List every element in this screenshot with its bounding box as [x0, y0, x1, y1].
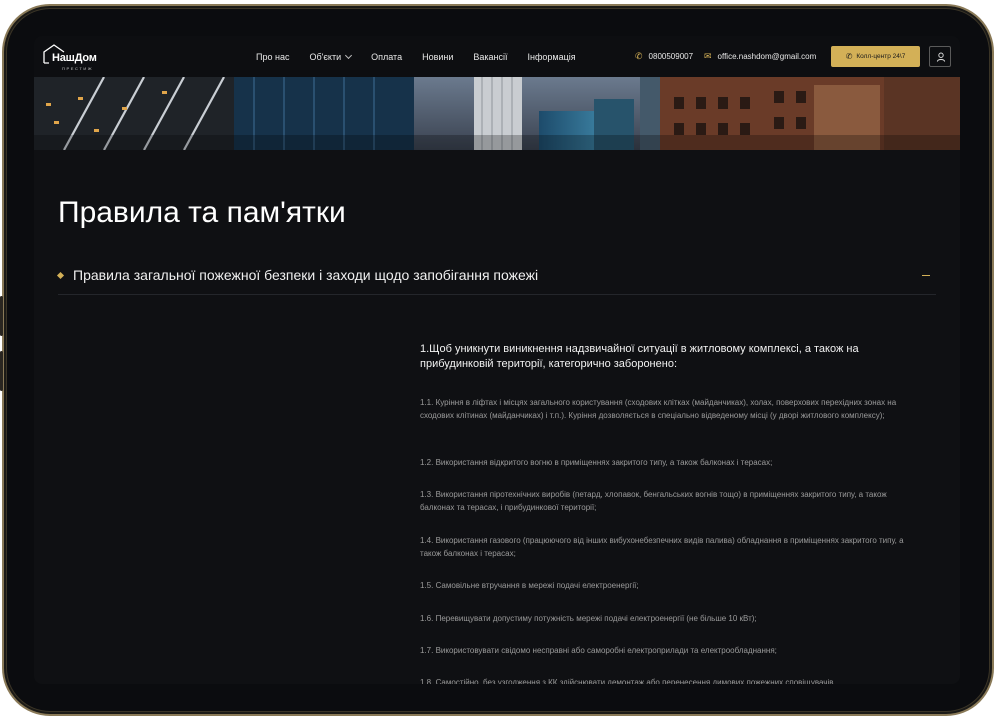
site-logo[interactable]: НашДом ПРЕСТИЖ: [43, 43, 113, 71]
nav-information[interactable]: Інформація: [528, 52, 576, 62]
rule-item: 1.6. Перевищувати допустиму потужність м…: [420, 614, 757, 623]
rule-item: 1.8. Самостійно, без узгодження з КК зді…: [420, 678, 834, 684]
rule-item: 1.1. Куріння в ліфтах і місцях загальног…: [420, 398, 897, 420]
accordion-title: Правила загальної пожежної безпеки і зах…: [73, 267, 539, 283]
nav-information-label: Інформація: [527, 51, 576, 62]
rule-item: 1.2. Використання відкритого вогню в при…: [420, 458, 773, 467]
rule-item: 1.3. Використання піротехнічних виробів …: [420, 490, 887, 512]
city-buildings-illustration: [34, 77, 960, 150]
tablet-side-button: [0, 296, 3, 336]
diamond-bullet-icon: [56, 271, 65, 280]
logo-name: НашДом: [52, 52, 97, 64]
main-nav: Про нас Об'єкти Оплата Новини Вакансії І…: [256, 36, 596, 77]
nav-objects[interactable]: Об'єкти: [309, 51, 353, 62]
nav-vacancies-label: Вакансії: [473, 51, 508, 62]
accordion-header[interactable]: Правила загальної пожежної безпеки і зах…: [56, 264, 936, 295]
nav-objects-label: Об'єкти: [309, 51, 342, 62]
email-link[interactable]: ✉ office.nashdom@gmail.com: [704, 36, 816, 77]
hero-banner-image: [34, 77, 960, 150]
site-header: НашДом ПРЕСТИЖ Про нас Об'єкти Оплата Но…: [34, 36, 960, 77]
browser-viewport: НашДом ПРЕСТИЖ Про нас Об'єкти Оплата Но…: [34, 36, 960, 684]
user-account-button[interactable]: [929, 46, 951, 67]
rule-item: 1.5. Самовільне втручання в мережі подач…: [420, 581, 639, 590]
phone-icon: ✆: [845, 52, 853, 61]
phone-link[interactable]: ✆ 0800509007: [635, 36, 693, 77]
mail-icon: ✉: [704, 51, 712, 61]
accordion-content: 1.Щоб уникнути виникнення надзвичайної с…: [420, 342, 914, 684]
nav-news[interactable]: Новини: [422, 52, 453, 62]
nav-vacancies[interactable]: Вакансії: [473, 52, 507, 62]
page-title: Правила та пам'ятки: [58, 196, 346, 229]
call-center-button[interactable]: ✆ Колл-центр 24\7: [831, 46, 920, 67]
phone-icon: ✆: [635, 51, 643, 61]
collapse-minus-icon[interactable]: [922, 275, 930, 276]
logo-subtitle: ПРЕСТИЖ: [62, 66, 94, 71]
nav-news-label: Новини: [422, 51, 454, 62]
nav-about[interactable]: Про нас: [256, 52, 289, 62]
call-center-label: Колл-центр 24\7: [856, 53, 906, 60]
rule-item: 1.4. Використання газового (працюючого в…: [420, 536, 904, 558]
nav-about-label: Про нас: [256, 51, 290, 62]
user-icon: [936, 52, 946, 62]
tablet-side-button: [0, 351, 3, 391]
nav-payment[interactable]: Оплата: [371, 52, 402, 62]
email-address: office.nashdom@gmail.com: [717, 52, 817, 61]
nav-payment-label: Оплата: [371, 51, 403, 62]
rule-item: 1.7. Використовувати свідомо несправні а…: [420, 646, 777, 655]
chevron-down-icon: [345, 51, 353, 59]
phone-number: 0800509007: [648, 52, 694, 61]
rules-lead: 1.Щоб уникнути виникнення надзвичайної с…: [420, 343, 859, 370]
